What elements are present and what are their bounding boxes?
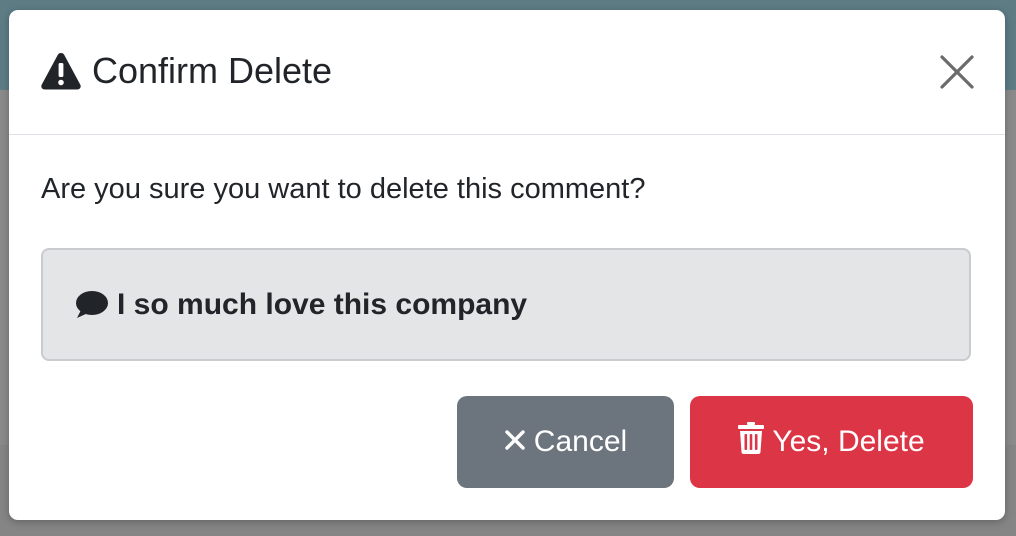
confirm-delete-button[interactable]: Yes, Delete [690, 396, 973, 488]
modal-header: Confirm Delete [9, 10, 1005, 135]
close-icon [940, 55, 974, 89]
modal-title-text: Confirm Delete [92, 50, 333, 91]
confirm-question: Are you sure you want to delete this com… [41, 173, 646, 205]
cancel-button-label: Cancel [533, 425, 628, 458]
times-icon [504, 425, 526, 459]
cancel-button[interactable]: Cancel [457, 396, 674, 488]
trash-icon [738, 422, 765, 462]
warning-triangle-icon [40, 51, 82, 91]
comment-icon [75, 290, 109, 320]
comment-text: I so much love this company [117, 287, 528, 321]
close-button[interactable] [939, 54, 975, 90]
delete-button-label: Yes, Delete [772, 425, 925, 458]
confirm-delete-modal: Confirm Delete Are you sure you want to … [9, 10, 1005, 520]
comment-preview: I so much love this company [41, 248, 971, 361]
modal-title: Confirm Delete [40, 49, 332, 93]
